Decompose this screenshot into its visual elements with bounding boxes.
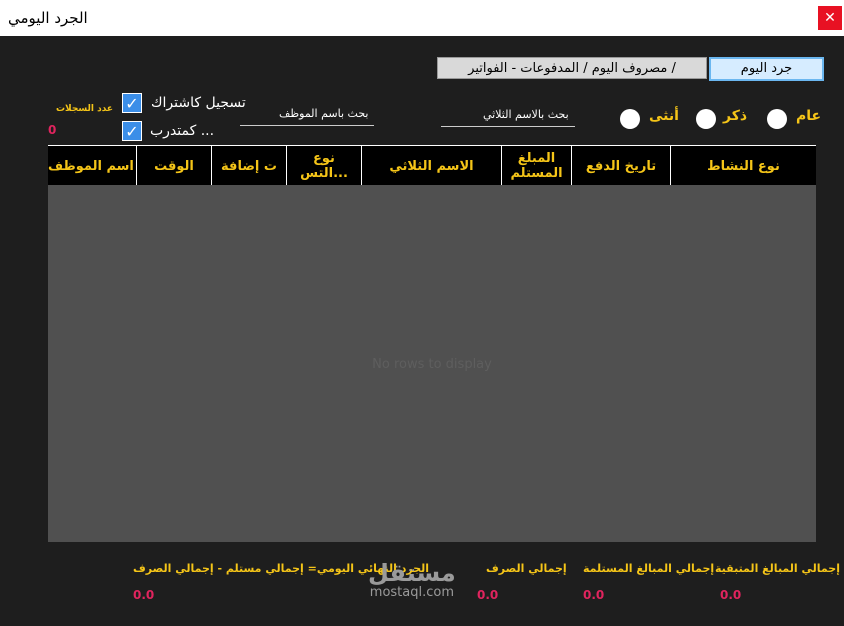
record-count-label: عدد السجلات [56,104,114,114]
close-icon: ✕ [824,10,836,26]
trainee-checkbox-label: كمتدرب ... [150,123,215,139]
grid-header: نوع النشاط تاريخ الدفع المبلغ المستلم ال… [48,145,816,186]
check-icon: ✓ [125,122,139,141]
grid-empty-text: No rows to display [372,357,492,372]
column-header[interactable]: الوقت [136,146,211,186]
column-header[interactable]: ت إضافة [211,146,286,186]
close-button[interactable]: ✕ [818,6,842,30]
column-header[interactable]: اسم الموظف [48,146,136,186]
column-header[interactable]: تاريخ الدفع [571,146,670,186]
radio-male-label: ذكر [723,108,748,124]
title-bar: الجرد اليومي ✕ [0,0,844,36]
search-full-name-input[interactable] [441,126,575,127]
watermark-main: مستقل [368,559,456,587]
search-full-name-label: بحث بالاسم الثلاثي [483,108,569,121]
search-employee-label: بحث باسم الموظف [279,107,369,120]
total-expenses-label: إجمالي الصرف [486,562,567,575]
total-received-value: 0.0 [583,588,605,602]
watermark-logo: مستقل mostaql.com [368,560,456,600]
subscription-checkbox[interactable]: ✓ [122,93,142,113]
total-remaining-label: إجمالي المبالغ المتبقية [715,562,840,575]
tab-daily-inventory[interactable]: جرد اليوم [709,57,824,81]
check-icon: ✓ [125,94,139,113]
radio-female[interactable] [620,109,640,129]
tab-expenses-payments[interactable]: مصروف اليوم / المدفوعات - الفواتير / [437,57,707,79]
radio-general-label: عام [796,108,822,124]
total-expenses-value: 0.0 [477,588,499,602]
data-grid[interactable]: No rows to display [48,185,816,542]
final-inventory-value: 0.0 [133,588,155,602]
radio-female-label: أنثى [649,108,679,124]
radio-male[interactable] [696,109,716,129]
subscription-checkbox-label: تسجيل كاشتراك [151,95,246,111]
total-remaining-value: 0.0 [720,588,742,602]
column-header[interactable]: المبلغ المستلم [501,146,571,186]
search-employee-input[interactable] [240,125,374,126]
trainee-checkbox[interactable]: ✓ [122,121,142,141]
watermark-sub: mostaql.com [369,585,454,600]
total-received-label: إجمالي المبالغ المستلمة [583,562,715,575]
window-title: الجرد اليومي [8,9,88,27]
column-header[interactable]: نوع التس... [286,146,361,186]
record-count-value: 0 [48,123,57,137]
column-header[interactable]: نوع النشاط [670,146,816,186]
radio-general[interactable] [767,109,787,129]
column-header[interactable]: الاسم الثلاثي [361,146,501,186]
